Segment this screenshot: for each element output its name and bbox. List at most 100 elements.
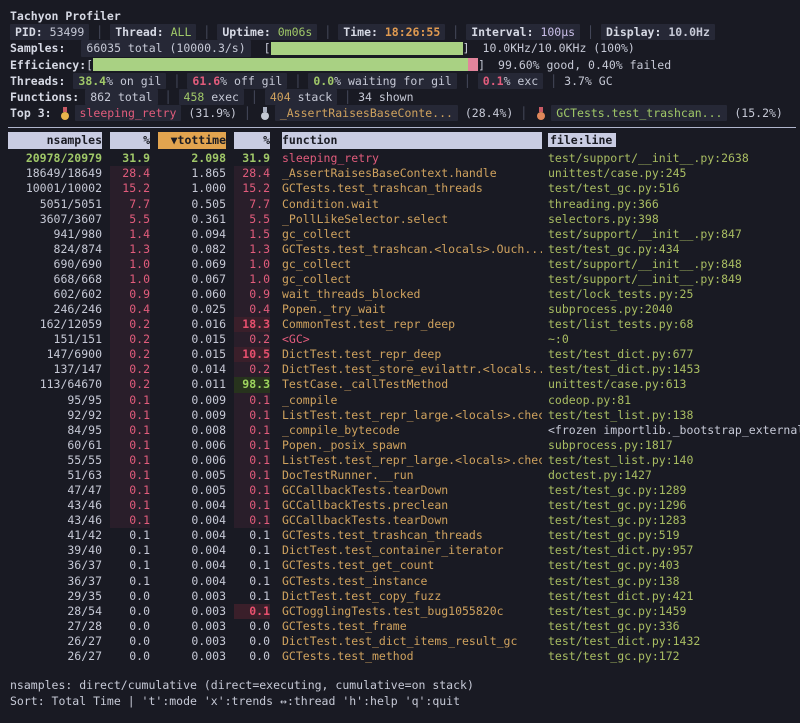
cell-nsamples: 162/12059 — [8, 317, 102, 332]
table-row[interactable]: 147/6900 0.2 0.015 10.5 DictTest.test_re… — [8, 347, 800, 362]
cell-pct-cumulative: 0.0 — [234, 649, 270, 664]
table-row[interactable]: 10001/10002 15.2 1.000 15.2 GCTests.test… — [8, 181, 800, 196]
cell-function: _AssertRaisesBaseContext.handle — [282, 166, 542, 181]
header-pct-cumulative[interactable]: % — [234, 132, 270, 149]
cell-tottime: 0.015 — [158, 332, 226, 347]
table-row[interactable]: 113/64670 0.2 0.011 98.3 TestCase._callT… — [8, 377, 800, 392]
table-row[interactable]: 43/46 0.1 0.004 0.1 GCCallbackTests.prec… — [8, 498, 800, 513]
table-row[interactable]: 5051/5051 7.7 0.505 7.7 Condition.wait t… — [8, 197, 800, 212]
functions-line: Functions: 862 total│458 exec│404 stack│… — [10, 89, 794, 105]
cell-function: <GC> — [282, 332, 542, 347]
table-row[interactable]: 29/35 0.0 0.003 0.1 DictTest.test_copy_f… — [8, 589, 800, 604]
cell-tottime: 0.094 — [158, 227, 226, 242]
cell-nsamples: 27/28 — [8, 619, 102, 634]
table-row[interactable]: 3607/3607 5.5 0.361 5.5 _PollLikeSelecto… — [8, 212, 800, 227]
table-row[interactable]: 84/95 0.1 0.008 0.1 _compile_bytecode <f… — [8, 423, 800, 438]
table-row[interactable]: 27/28 0.0 0.003 0.0 GCTests.test_frame t… — [8, 619, 800, 634]
cell-file-line: test/test_dict.py:1453 — [548, 362, 800, 377]
cell-pct-cumulative: 18.3 — [234, 317, 270, 332]
samples-bar — [271, 42, 463, 55]
cell-tottime: 0.016 — [158, 317, 226, 332]
table-row[interactable]: 55/55 0.1 0.006 0.1 ListTest.test_repr_l… — [8, 453, 800, 468]
functions-total: 862 total — [85, 89, 157, 105]
cell-pct-cumulative: 0.2 — [234, 362, 270, 377]
cell-file-line: test/test_gc.py:519 — [548, 528, 800, 543]
header-nsamples[interactable]: nsamples — [8, 132, 102, 149]
cell-pct-cumulative: 0.1 — [234, 483, 270, 498]
cell-file-line: test/test_list.py:140 — [548, 453, 800, 468]
top3-entry-1[interactable]: sleeping_retry — [75, 105, 182, 121]
table-row[interactable]: 690/690 1.0 0.069 1.0 gc_collect test/su… — [8, 257, 800, 272]
header-pct-direct[interactable]: % — [110, 132, 150, 149]
profiler-window: Tachyon Profiler PID: 53499│Thread: ALL│… — [0, 0, 800, 121]
table-row[interactable]: 41/42 0.1 0.004 0.1 GCTests.test_trashca… — [8, 528, 800, 543]
table-row[interactable]: 51/63 0.1 0.005 0.1 DocTestRunner.__run … — [8, 468, 800, 483]
cell-file-line: unittest/case.py:245 — [548, 166, 800, 181]
table-row[interactable]: 137/147 0.2 0.014 0.2 DictTest.test_stor… — [8, 362, 800, 377]
table-row[interactable]: 28/54 0.0 0.003 0.1 GCTogglingTests.test… — [8, 604, 800, 619]
cell-pct-cumulative: 0.1 — [234, 574, 270, 589]
table-row[interactable]: 941/980 1.4 0.094 1.5 gc_collect test/su… — [8, 227, 800, 242]
cell-pct-cumulative: 0.1 — [234, 408, 270, 423]
table-row[interactable]: 668/668 1.0 0.067 1.0 gc_collect test/su… — [8, 272, 800, 287]
cell-nsamples: 824/874 — [8, 242, 102, 257]
cell-function: GCTests.test_method — [282, 649, 542, 664]
cell-tottime: 0.361 — [158, 212, 226, 227]
top3-entry-3[interactable]: GCTests.test_trashcan... — [551, 105, 727, 121]
cell-nsamples: 3607/3607 — [8, 212, 102, 227]
cell-pct-direct: 0.0 — [110, 634, 150, 649]
table-row[interactable]: 36/37 0.1 0.004 0.1 GCTests.test_instanc… — [8, 574, 800, 589]
table-row[interactable]: 151/151 0.2 0.015 0.2 <GC> ~:0 — [8, 332, 800, 347]
cell-function: _compile — [282, 393, 542, 408]
cell-pct-direct: 0.1 — [110, 558, 150, 573]
cell-file-line: codeop.py:81 — [548, 393, 800, 408]
cell-nsamples: 668/668 — [8, 272, 102, 287]
table-row[interactable]: 43/46 0.1 0.004 0.1 GCCallbackTests.tear… — [8, 513, 800, 528]
cell-tottime: 0.006 — [158, 438, 226, 453]
table-row[interactable]: 26/27 0.0 0.003 0.0 GCTests.test_method … — [8, 649, 800, 664]
threads-off-gil: 61.6% off gil — [187, 73, 287, 89]
cell-pct-cumulative: 0.9 — [234, 287, 270, 302]
top3-entry-2[interactable]: _AssertRaisesBaseConte... — [275, 105, 458, 121]
table-row[interactable]: 47/47 0.1 0.005 0.1 GCCallbackTests.tear… — [8, 483, 800, 498]
table-row[interactable]: 26/27 0.0 0.003 0.0 DictTest.test_dict_i… — [8, 634, 800, 649]
cell-tottime: 0.003 — [158, 634, 226, 649]
cell-pct-direct: 0.1 — [110, 574, 150, 589]
cell-nsamples: 36/37 — [8, 558, 102, 573]
header-file-line[interactable]: file:line — [548, 132, 800, 149]
thread-field[interactable]: Thread: ALL — [110, 24, 196, 40]
functions-stack: 404 stack — [265, 89, 337, 105]
cell-nsamples: 151/151 — [8, 332, 102, 347]
cell-function: GCTests.test_frame — [282, 619, 542, 634]
cell-function: GCTests.test_get_count — [282, 558, 542, 573]
table-row[interactable]: 162/12059 0.2 0.016 18.3 CommonTest.test… — [8, 317, 800, 332]
table-row[interactable]: 60/61 0.1 0.006 0.1 Popen._posix_spawn s… — [8, 438, 800, 453]
cell-pct-cumulative: 0.4 — [234, 302, 270, 317]
table-row[interactable]: 39/40 0.1 0.004 0.1 DictTest.test_contai… — [8, 543, 800, 558]
table-row[interactable]: 18649/18649 28.4 1.865 28.4 _AssertRaise… — [8, 166, 800, 181]
cell-function: DictTest.test_dict_items_result_gc — [282, 634, 542, 649]
table-row[interactable]: 824/874 1.3 0.082 1.3 GCTests.test_trash… — [8, 242, 800, 257]
table-row[interactable]: 92/92 0.1 0.009 0.1 ListTest.test_repr_l… — [8, 408, 800, 423]
cell-pct-cumulative: 0.1 — [234, 528, 270, 543]
header-function[interactable]: function — [282, 132, 542, 149]
cell-file-line: test/test_gc.py:1289 — [548, 483, 800, 498]
functions-label: Functions: — [10, 89, 79, 105]
table-row[interactable]: 20978/20979 31.9 2.098 31.9 sleeping_ret… — [8, 151, 800, 166]
cell-tottime: 2.098 — [158, 151, 226, 166]
cell-function: CommonTest.test_repr_deep — [282, 317, 542, 332]
cell-tottime: 0.008 — [158, 423, 226, 438]
cell-pct-cumulative: 5.5 — [234, 212, 270, 227]
cell-function: gc_collect — [282, 272, 542, 287]
table-row[interactable]: 246/246 0.4 0.025 0.4 Popen._try_wait su… — [8, 302, 800, 317]
header-tottime-sorted[interactable]: ▼tottime — [158, 132, 226, 149]
cell-nsamples: 43/46 — [8, 513, 102, 528]
cell-file-line: <frozen importlib._bootstrap_external — [548, 423, 800, 438]
cell-tottime: 0.025 — [158, 302, 226, 317]
cell-tottime: 0.004 — [158, 528, 226, 543]
cell-pct-cumulative: 0.1 — [234, 589, 270, 604]
table-row[interactable]: 36/37 0.1 0.004 0.1 GCTests.test_get_cou… — [8, 558, 800, 573]
table-row[interactable]: 95/95 0.1 0.009 0.1 _compile codeop.py:8… — [8, 393, 800, 408]
table-row[interactable]: 602/602 0.9 0.060 0.9 wait_threads_block… — [8, 287, 800, 302]
efficiency-line: Efficiency:[] 99.60% good, 0.40% failed — [10, 57, 794, 73]
